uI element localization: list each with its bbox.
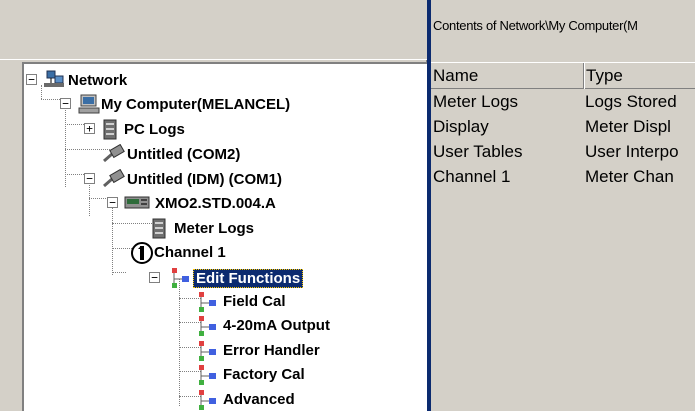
meter-device-icon [124,196,150,209]
collapse-icon[interactable]: − [26,74,37,85]
log-storage-icon [103,119,117,140]
cell-type: Meter Chan [585,167,674,186]
tree-node-label: Field Cal [223,293,286,310]
function-tree-icon [199,341,216,361]
function-tree-icon [199,365,216,385]
tree-pane: − Network − My Computer(MELANCEL) + PC L… [0,0,427,411]
tree-node-label: PC Logs [124,121,185,138]
contents-path-label: Contents of Network\My Computer(M [433,18,638,33]
tree-node-field-cal[interactable]: Field Cal [24,289,286,313]
cell-name: Display [433,117,489,136]
collapse-icon[interactable]: − [149,272,160,283]
tree-node-network[interactable]: − Network [24,68,224,92]
tree-node-label: Factory Cal [223,366,305,383]
computer-icon [78,94,100,114]
tree-node-meter-device[interactable]: − XMO2.STD.004.A [24,191,324,215]
cell-name: Channel 1 [433,167,511,186]
tree-node-label: Advanced [223,391,295,408]
collapse-icon[interactable]: − [107,197,118,208]
list-row-meter-logs[interactable]: Meter Logs Logs Stored [431,90,695,114]
tree-node-label: Error Handler [223,342,320,359]
list-row-display[interactable]: Display Meter Displ [431,115,695,139]
tree-node-advanced[interactable]: Advanced [24,387,324,411]
tree-node-label: Network [68,72,128,89]
tree-node-edit-functions[interactable]: − Edit Functions [24,265,324,289]
function-tree-icon [199,316,216,336]
tree-node-label: XMO2.STD.004.A [155,195,276,212]
tree-node-error-handler[interactable]: Error Handler [24,338,324,362]
tree-node-label: Channel 1 [154,244,226,261]
cell-type: Logs Stored [585,92,677,111]
contents-pane-header: Contents of Network\My Computer(M [431,0,695,60]
tree-node-label: My Computer(MELANCEL) [101,96,291,113]
cell-name: Meter Logs [433,92,519,111]
collapse-icon[interactable]: − [84,173,95,184]
contents-list[interactable]: Name Type Meter Logs Logs Stored Display… [431,62,695,411]
tree-node-label: 4-20mA Output [223,317,330,334]
tree-node-label: Untitled (COM2) [127,146,241,163]
tree-node-my-computer[interactable]: − My Computer(MELANCEL) [24,92,344,116]
list-header: Name Type [431,63,695,89]
cell-type: User Interpo [585,142,679,161]
tree-node-pc-logs[interactable]: + PC Logs [24,117,224,141]
tree-pane-header [0,0,427,60]
list-row-user-tables[interactable]: User Tables User Interpo [431,140,695,164]
list-row-channel-1[interactable]: Channel 1 Meter Chan [431,165,695,189]
contents-pane: Contents of Network\My Computer(M Name T… [431,0,695,411]
tree-view[interactable]: − Network − My Computer(MELANCEL) + PC L… [22,62,427,411]
tree-node-label-selected: Edit Functions [193,269,304,288]
tree-node-meter-logs[interactable]: Meter Logs [24,216,274,240]
function-tree-icon [199,390,216,410]
tree-node-channel-1[interactable]: Channel 1 [24,240,274,264]
function-tree-icon [172,268,189,288]
tree-node-4-20ma-output[interactable]: 4-20mA Output [24,313,330,337]
channel-1-icon [131,242,153,264]
cell-name: User Tables [433,142,523,161]
tree-node-label: Meter Logs [174,220,255,237]
tree-node-label: Untitled (IDM) (COM1) [127,171,282,188]
tree-node-factory-cal[interactable]: Factory Cal [24,362,324,386]
function-tree-icon [199,292,216,312]
tree-node-untitled-idm-com1[interactable]: − Untitled (IDM) (COM1) [24,167,344,191]
expand-icon[interactable]: + [84,123,95,134]
column-header-type[interactable]: Type [583,63,695,89]
tree-node-untitled-com2[interactable]: Untitled (COM2) [24,142,304,166]
column-header-name[interactable]: Name [431,63,583,89]
serial-cable-icon [103,169,125,188]
network-icon [44,70,64,87]
serial-cable-icon [103,144,125,163]
log-storage-icon [152,218,166,239]
cell-type: Meter Displ [585,117,671,136]
collapse-icon[interactable]: − [60,98,71,109]
